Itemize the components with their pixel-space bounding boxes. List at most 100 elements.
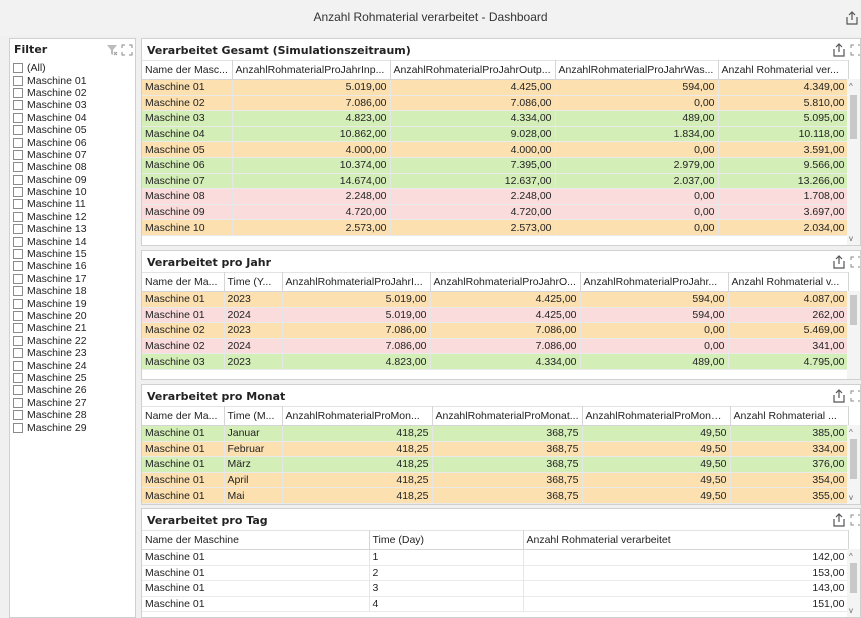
filter-checkbox[interactable] xyxy=(13,261,23,272)
table-row[interactable]: Maschine 05 4.000,00 4.000,00 0,00 3.591,00 xyxy=(142,141,849,158)
filter-item[interactable]: Maschine 02 xyxy=(13,87,135,99)
scroll-up-icon[interactable]: ^ xyxy=(849,553,853,561)
table-row[interactable]: Maschine 04 10.862,00 9.028,00 1.834,00 10.1… xyxy=(142,126,849,143)
table-row[interactable]: Maschine 10 2.573,00 2.573,00 0,00 2.034,00 xyxy=(142,219,849,236)
filter-checkbox[interactable] xyxy=(13,162,23,173)
scroll-down-icon[interactable]: v xyxy=(849,607,853,615)
filter-item[interactable]: Maschine 17 xyxy=(13,273,135,285)
filter-checkbox[interactable] xyxy=(13,298,23,309)
filter-item[interactable]: Maschine 24 xyxy=(13,359,135,372)
maximize-icon[interactable] xyxy=(850,514,860,526)
maximize-icon[interactable] xyxy=(121,44,133,56)
table-row[interactable]: Maschine 01 April 418,25 368,75 49,50 354,00 xyxy=(142,472,849,489)
scroll-thumb[interactable] xyxy=(850,439,857,479)
filter-item[interactable]: Maschine 27 xyxy=(13,397,135,409)
table-row[interactable]: Maschine 08 2.248,00 2.248,00 0,00 1.708,00 xyxy=(142,188,849,205)
column-header[interactable]: AnzahlRohmaterialProMon... xyxy=(282,406,433,426)
filter-checkbox[interactable] xyxy=(13,236,23,247)
filter-item[interactable]: Maschine 06 xyxy=(13,136,135,149)
filter-item[interactable]: Maschine 09 xyxy=(13,174,135,186)
filter-item[interactable]: Maschine 20 xyxy=(13,310,135,322)
scrollbar[interactable]: ^ v xyxy=(847,79,860,245)
table-row[interactable]: Maschine 01 Mai 418,25 368,75 49,50 355,00 xyxy=(142,487,849,504)
column-header[interactable]: AnzahlRohmaterialProJahr... xyxy=(580,272,729,292)
filter-checkbox[interactable] xyxy=(13,187,23,198)
column-header[interactable]: AnzahlRohmaterialProJahrWas... xyxy=(555,60,719,80)
scrollbar[interactable] xyxy=(847,291,860,379)
maximize-icon[interactable] xyxy=(850,44,860,56)
column-header[interactable]: AnzahlRohmaterialProJahrO... xyxy=(430,272,581,292)
table-row[interactable]: Maschine 07 14.674,00 12.637,00 2.037,00 13.… xyxy=(142,173,849,190)
filter-checkbox[interactable] xyxy=(13,63,23,74)
filter-item[interactable]: Maschine 12 xyxy=(13,211,135,223)
maximize-icon[interactable] xyxy=(850,390,860,402)
table-row[interactable]: Maschine 01 2 153,00 xyxy=(142,565,849,582)
scroll-down-icon[interactable]: v xyxy=(849,494,853,502)
filter-item[interactable]: Maschine 19 xyxy=(13,297,135,310)
maximize-icon[interactable] xyxy=(850,256,860,268)
filter-item[interactable]: Maschine 13 xyxy=(13,223,135,235)
filter-checkbox[interactable] xyxy=(13,273,23,284)
table-row[interactable]: Maschine 01 4 151,00 xyxy=(142,596,849,613)
table-row[interactable]: Maschine 02 2024 7.086,00 7.086,00 0,00 341,0… xyxy=(142,338,849,355)
column-header[interactable]: Time (M... xyxy=(224,406,283,426)
column-header[interactable]: Anzahl Rohmaterial ... xyxy=(730,406,849,426)
scroll-thumb[interactable] xyxy=(850,563,857,593)
filter-checkbox[interactable] xyxy=(13,311,23,321)
table-row[interactable]: Maschine 01 2023 5.019,00 4.425,00 594,00 4.0… xyxy=(142,291,849,308)
scroll-up-icon[interactable]: ^ xyxy=(849,429,853,437)
filter-checkbox[interactable] xyxy=(13,112,23,123)
filter-item[interactable]: Maschine 23 xyxy=(13,347,135,359)
clear-filter-icon[interactable] xyxy=(106,44,118,56)
filter-item[interactable]: (All) xyxy=(13,62,135,74)
filter-item[interactable]: Maschine 18 xyxy=(13,285,135,297)
column-header[interactable]: Anzahl Rohmaterial ver... xyxy=(718,60,849,80)
table-row[interactable]: Maschine 01 Januar 418,25 368,75 49,50 385,00 xyxy=(142,425,849,442)
filter-checkbox[interactable] xyxy=(13,224,23,235)
scrollbar[interactable]: ^ v xyxy=(847,425,860,504)
table-row[interactable]: Maschine 01 1 142,00 xyxy=(142,549,849,566)
table-row[interactable]: Maschine 03 4.823,00 4.334,00 489,00 5.095,0… xyxy=(142,110,849,127)
table-row[interactable]: Maschine 09 4.720,00 4.720,00 0,00 3.697,00 xyxy=(142,204,849,221)
filter-checkbox[interactable] xyxy=(13,348,23,359)
filter-item[interactable]: Maschine 28 xyxy=(13,409,135,421)
filter-checkbox[interactable] xyxy=(13,75,23,86)
column-header[interactable]: AnzahlRohmaterialProJahrOutp... xyxy=(390,60,556,80)
export-icon[interactable] xyxy=(832,513,846,527)
filter-item[interactable]: Maschine 14 xyxy=(13,235,135,248)
filter-item[interactable]: Maschine 05 xyxy=(13,124,135,136)
filter-checkbox[interactable] xyxy=(13,335,23,346)
filter-item[interactable]: Maschine 10 xyxy=(13,186,135,198)
column-header[interactable]: Name der Masc... xyxy=(142,60,233,80)
table-row[interactable]: Maschine 01 Februar 418,25 368,75 49,50 334,0… xyxy=(142,441,849,458)
table-row[interactable]: Maschine 03 2023 4.823,00 4.334,00 489,00 4.7… xyxy=(142,353,849,370)
filter-checkbox[interactable] xyxy=(13,100,23,111)
filter-item[interactable]: Maschine 26 xyxy=(13,384,135,396)
filter-item[interactable]: Maschine 16 xyxy=(13,260,135,272)
filter-item[interactable]: Maschine 25 xyxy=(13,372,135,384)
filter-checkbox[interactable] xyxy=(13,410,23,421)
filter-item[interactable]: Maschine 03 xyxy=(13,99,135,111)
filter-item[interactable]: Maschine 01 xyxy=(13,74,135,87)
filter-checkbox[interactable] xyxy=(13,199,23,210)
filter-checkbox[interactable] xyxy=(13,174,23,185)
filter-item[interactable]: Maschine 21 xyxy=(13,322,135,334)
filter-checkbox[interactable] xyxy=(13,249,23,260)
table-row[interactable]: Maschine 06 10.374,00 7.395,00 2.979,00 9.56… xyxy=(142,157,849,174)
filter-checkbox[interactable] xyxy=(13,360,23,371)
column-header[interactable]: Name der Ma... xyxy=(142,406,225,426)
column-header[interactable]: AnzahlRohmaterialProJahrI... xyxy=(282,272,431,292)
filter-checkbox[interactable] xyxy=(13,397,23,408)
table-row[interactable]: Maschine 02 2023 7.086,00 7.086,00 0,00 5.469… xyxy=(142,322,849,339)
filter-checkbox[interactable] xyxy=(13,323,23,334)
filter-item[interactable]: Maschine 29 xyxy=(13,421,135,434)
export-icon[interactable] xyxy=(832,389,846,403)
column-header[interactable]: Anzahl Rohmaterial verarbeitet xyxy=(523,530,849,550)
column-header[interactable]: Time (Y... xyxy=(224,272,283,292)
column-header[interactable]: AnzahlRohmaterialProJahrInp... xyxy=(232,60,391,80)
table-row[interactable]: Maschine 01 März 418,25 368,75 49,50 376,00 xyxy=(142,456,849,473)
column-header[interactable]: AnzahlRohmaterialProMonat... xyxy=(582,406,731,426)
column-header[interactable]: Anzahl Rohmaterial v... xyxy=(728,272,849,292)
filter-item[interactable]: Maschine 07 xyxy=(13,149,135,161)
filter-checkbox[interactable] xyxy=(13,422,23,433)
